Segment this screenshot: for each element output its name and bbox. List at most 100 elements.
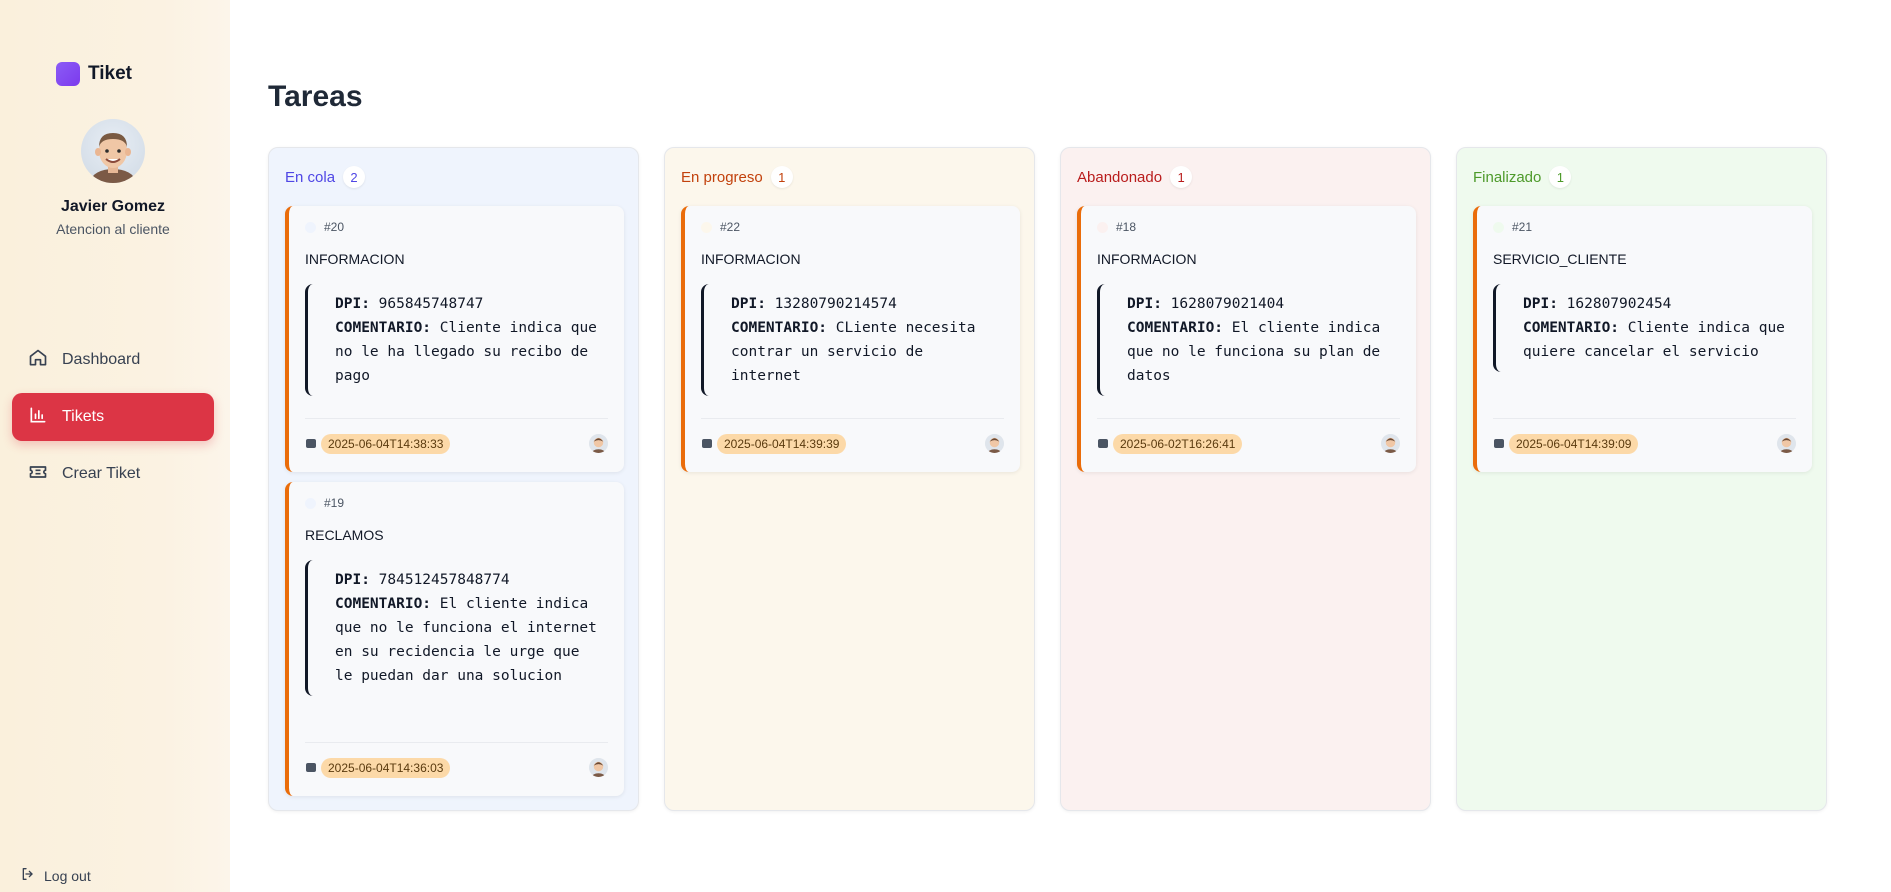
logout-button[interactable]: Log out [20,866,91,885]
assignee-avatar[interactable] [589,758,608,777]
calendar-icon [306,763,316,772]
ticket-id: #19 [324,496,345,510]
brand[interactable]: Tiket [56,62,132,86]
dpi-line: DPI: 13280790214574 [731,292,1001,316]
date-badge: 2025-06-04T14:36:03 [321,758,451,778]
nav-label: Tikets [62,408,105,425]
ticket-id-row: #22 [701,220,740,234]
assignee-avatar[interactable] [1381,434,1400,453]
ticket-id-row: #20 [305,220,344,234]
dpi-label: DPI: [1523,296,1558,312]
dpi-line: DPI: 965845748747 [335,292,605,316]
nav-label: Dashboard [62,351,141,368]
logout-icon [20,866,36,885]
dpi-line: DPI: 1628079021404 [1127,292,1397,316]
ticket-category: INFORMACION [1097,251,1197,267]
column-finalizado: Finalizado 1 #21 SERVICIO_CLIENTE DPI: 1… [1456,147,1827,811]
calendar-icon [1494,439,1504,448]
dpi-label: DPI: [335,296,370,312]
ticket-details: DPI: 13280790214574 COMENTARIO: CLiente … [701,284,1001,396]
comment-line: COMENTARIO: Cliente indica que no le ha … [335,316,605,388]
ticket-id-row: #19 [305,496,344,510]
date-badge: 2025-06-02T16:26:41 [1113,434,1243,454]
nav-item-tikets[interactable]: Tikets [12,393,214,441]
ticket-category: SERVICIO_CLIENTE [1493,251,1627,267]
column-count: 1 [770,166,793,188]
calendar-icon [702,439,712,448]
column-en-progreso: En progreso 1 #22 INFORMACION DPI: 13280… [664,147,1035,811]
ticket-card[interactable]: #18 INFORMACION DPI: 1628079021404 COMEN… [1077,206,1416,472]
column-title: Finalizado [1473,168,1542,186]
comment-label: COMENTARIO: [731,320,828,336]
comment-line: COMENTARIO: Cliente indica que quiere ca… [1523,316,1793,364]
sidebar: Tiket Javier Gomez Atencion al cliente D… [0,0,230,892]
ticket-category: INFORMACION [701,251,801,267]
bar-chart-icon [28,405,48,430]
comment-label: COMENTARIO: [335,320,432,336]
ticket-card[interactable]: #20 INFORMACION DPI: 965845748747 COMENT… [285,206,624,472]
ticket-details: DPI: 162807902454 COMENTARIO: Cliente in… [1493,284,1793,372]
card-divider [701,418,1004,419]
dpi-label: DPI: [1127,296,1162,312]
dpi-line: DPI: 162807902454 [1523,292,1793,316]
column-header: En progreso 1 [681,166,793,188]
home-icon [28,348,48,373]
ticket-card[interactable]: #19 RECLAMOS DPI: 784512457848774 COMENT… [285,482,624,796]
logout-label: Log out [44,867,91,884]
ticket-details: DPI: 965845748747 COMENTARIO: Cliente in… [305,284,605,396]
column-header: Finalizado 1 [1473,166,1572,188]
calendar-icon [1098,439,1108,448]
column-title: En cola [285,168,336,186]
assignee-avatar[interactable] [985,434,1004,453]
ticket-icon [28,462,48,487]
nav-label: Crear Tiket [62,465,141,482]
column-count: 1 [1549,166,1572,188]
user-name: Javier Gomez [60,198,166,215]
ticket-card[interactable]: #21 SERVICIO_CLIENTE DPI: 162807902454 C… [1473,206,1812,472]
status-dot [1493,221,1504,233]
nav-item-crear-tiket[interactable]: Crear Tiket [12,450,214,498]
card-divider [1493,418,1796,419]
status-dot [305,221,316,233]
ticket-details: DPI: 784512457848774 COMENTARIO: El clie… [305,560,605,696]
dpi-label: DPI: [731,296,766,312]
status-dot [701,221,712,233]
ticket-id: #21 [1512,220,1533,234]
brand-logo [56,62,80,86]
date-badge: 2025-06-04T14:38:33 [321,434,451,454]
ticket-card[interactable]: #22 INFORMACION DPI: 13280790214574 COME… [681,206,1020,472]
column-count: 2 [343,166,366,188]
dpi-line: DPI: 784512457848774 [335,568,605,592]
ticket-category: RECLAMOS [305,527,384,543]
column-header: En cola 2 [285,166,366,188]
column-abandonado: Abandonado 1 #18 INFORMACION DPI: 162807… [1060,147,1431,811]
column-title: En progreso [681,168,763,186]
ticket-id: #18 [1116,220,1137,234]
calendar-icon [306,439,316,448]
dpi-label: DPI: [335,572,370,588]
user-role: Atencion al cliente [56,221,170,237]
comment-line: COMENTARIO: CLiente necesita contrar un … [731,316,1001,388]
comment-line: COMENTARIO: El cliente indica que no le … [335,592,605,688]
comment-label: COMENTARIO: [335,596,432,612]
column-title: Abandonado [1077,168,1163,186]
dpi-value: 13280790214574 [774,296,897,312]
brand-name: Tiket [88,63,133,84]
card-divider [305,742,608,743]
avatar [81,119,145,183]
ticket-id-row: #18 [1097,220,1136,234]
dpi-value: 965845748747 [378,296,484,312]
nav-item-dashboard[interactable]: Dashboard [12,336,214,384]
page-title: Tareas [268,80,363,113]
dpi-value: 784512457848774 [378,572,510,588]
ticket-id: #20 [324,220,345,234]
date-badge: 2025-06-04T14:39:09 [1509,434,1639,454]
assignee-avatar[interactable] [1777,434,1796,453]
ticket-category: INFORMACION [305,251,405,267]
comment-label: COMENTARIO: [1523,320,1620,336]
assignee-avatar[interactable] [589,434,608,453]
column-count: 1 [1170,166,1193,188]
comment-line: COMENTARIO: El cliente indica que no le … [1127,316,1397,388]
card-divider [305,418,608,419]
dpi-value: 1628079021404 [1170,296,1285,312]
